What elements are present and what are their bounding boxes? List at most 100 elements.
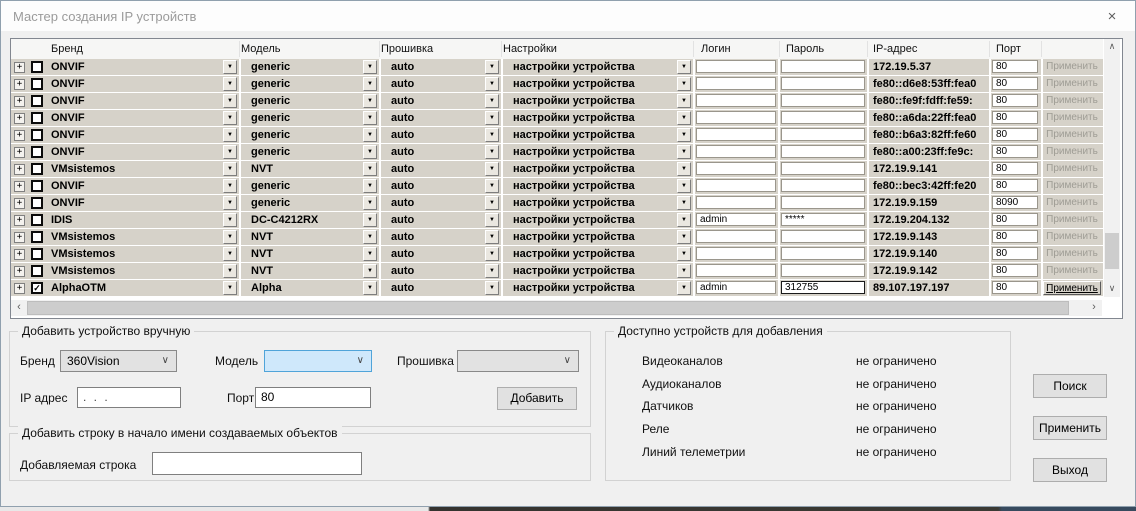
port-input[interactable]: 80 bbox=[992, 179, 1038, 192]
model-dropdown-icon[interactable]: ▼ bbox=[363, 247, 377, 261]
expand-icon[interactable]: + bbox=[14, 215, 25, 226]
row-checkbox[interactable] bbox=[31, 78, 43, 90]
settings-dropdown-icon[interactable]: ▼ bbox=[677, 94, 691, 108]
apply-row-button[interactable]: Применить bbox=[1043, 145, 1101, 159]
firmware-dropdown-icon[interactable]: ▼ bbox=[485, 94, 499, 108]
port-input[interactable]: 80 bbox=[992, 77, 1038, 90]
settings-dropdown-icon[interactable]: ▼ bbox=[677, 77, 691, 91]
ip-input[interactable]: . . . bbox=[77, 387, 181, 408]
expand-icon[interactable]: + bbox=[14, 232, 25, 243]
port-input[interactable]: 80 bbox=[992, 247, 1038, 260]
firmware-dropdown-icon[interactable]: ▼ bbox=[485, 179, 499, 193]
apply-row-button[interactable]: Применить bbox=[1043, 162, 1101, 176]
apply-row-button[interactable]: Применить bbox=[1043, 60, 1101, 74]
password-input[interactable] bbox=[781, 196, 865, 209]
expand-icon[interactable]: + bbox=[14, 181, 25, 192]
login-input[interactable] bbox=[696, 77, 776, 90]
login-input[interactable] bbox=[696, 145, 776, 158]
password-input[interactable] bbox=[781, 60, 865, 73]
exit-button[interactable]: Выход bbox=[1033, 458, 1107, 482]
model-dropdown-icon[interactable]: ▼ bbox=[363, 162, 377, 176]
search-button[interactable]: Поиск bbox=[1033, 374, 1107, 398]
brand-dropdown-icon[interactable]: ▼ bbox=[223, 264, 237, 278]
settings-dropdown-icon[interactable]: ▼ bbox=[677, 264, 691, 278]
model-dropdown-icon[interactable]: ▼ bbox=[363, 230, 377, 244]
port-input[interactable]: 80 bbox=[992, 60, 1038, 73]
row-checkbox[interactable] bbox=[31, 163, 43, 175]
model-dropdown-icon[interactable]: ▼ bbox=[363, 264, 377, 278]
settings-dropdown-icon[interactable]: ▼ bbox=[677, 128, 691, 142]
scroll-down-icon[interactable]: ∨ bbox=[1104, 281, 1120, 297]
model-combobox[interactable]: ∨ bbox=[264, 350, 372, 372]
row-checkbox[interactable] bbox=[31, 231, 43, 243]
password-input[interactable] bbox=[781, 264, 865, 277]
scroll-right-icon[interactable]: › bbox=[1086, 300, 1102, 316]
brand-dropdown-icon[interactable]: ▼ bbox=[223, 145, 237, 159]
row-checkbox[interactable]: ✓ bbox=[31, 282, 43, 294]
brand-dropdown-icon[interactable]: ▼ bbox=[223, 94, 237, 108]
login-input[interactable] bbox=[696, 196, 776, 209]
vertical-scroll-thumb[interactable] bbox=[1105, 233, 1119, 269]
settings-dropdown-icon[interactable]: ▼ bbox=[677, 230, 691, 244]
expand-icon[interactable]: + bbox=[14, 266, 25, 277]
port-input[interactable]: 80 bbox=[992, 94, 1038, 107]
scroll-left-icon[interactable]: ‹ bbox=[11, 300, 27, 316]
password-input[interactable]: ***** bbox=[781, 213, 865, 226]
horizontal-scrollbar[interactable]: ‹ › bbox=[11, 300, 1102, 316]
apply-row-button[interactable]: Применить bbox=[1043, 128, 1101, 142]
firmware-dropdown-icon[interactable]: ▼ bbox=[485, 230, 499, 244]
brand-dropdown-icon[interactable]: ▼ bbox=[223, 213, 237, 227]
row-checkbox[interactable] bbox=[31, 180, 43, 192]
settings-dropdown-icon[interactable]: ▼ bbox=[677, 196, 691, 210]
brand-dropdown-icon[interactable]: ▼ bbox=[223, 128, 237, 142]
port-input[interactable]: 80 bbox=[992, 281, 1038, 294]
brand-combobox[interactable]: 360Vision ∨ bbox=[60, 350, 177, 372]
brand-dropdown-icon[interactable]: ▼ bbox=[223, 77, 237, 91]
brand-dropdown-icon[interactable]: ▼ bbox=[223, 162, 237, 176]
port-input[interactable]: 80 bbox=[992, 264, 1038, 277]
port-input[interactable]: 80 bbox=[992, 162, 1038, 175]
port-input[interactable]: 80 bbox=[992, 230, 1038, 243]
settings-dropdown-icon[interactable]: ▼ bbox=[677, 60, 691, 74]
login-input[interactable] bbox=[696, 179, 776, 192]
close-icon[interactable]: × bbox=[1099, 6, 1125, 28]
scroll-up-icon[interactable]: ∧ bbox=[1104, 39, 1120, 55]
add-button[interactable]: Добавить bbox=[497, 387, 577, 410]
login-input[interactable] bbox=[696, 264, 776, 277]
apply-row-button[interactable]: Применить bbox=[1043, 213, 1101, 227]
model-dropdown-icon[interactable]: ▼ bbox=[363, 60, 377, 74]
row-checkbox[interactable] bbox=[31, 112, 43, 124]
row-checkbox[interactable] bbox=[31, 265, 43, 277]
login-input[interactable] bbox=[696, 162, 776, 175]
settings-dropdown-icon[interactable]: ▼ bbox=[677, 281, 691, 295]
row-checkbox[interactable] bbox=[31, 95, 43, 107]
expand-icon[interactable]: + bbox=[14, 164, 25, 175]
brand-dropdown-icon[interactable]: ▼ bbox=[223, 196, 237, 210]
login-input[interactable] bbox=[696, 128, 776, 141]
firmware-dropdown-icon[interactable]: ▼ bbox=[485, 145, 499, 159]
model-dropdown-icon[interactable]: ▼ bbox=[363, 281, 377, 295]
port-input[interactable]: 80 bbox=[992, 111, 1038, 124]
firmware-dropdown-icon[interactable]: ▼ bbox=[485, 77, 499, 91]
port-input[interactable]: 80 bbox=[992, 145, 1038, 158]
settings-dropdown-icon[interactable]: ▼ bbox=[677, 247, 691, 261]
brand-dropdown-icon[interactable]: ▼ bbox=[223, 281, 237, 295]
model-dropdown-icon[interactable]: ▼ bbox=[363, 111, 377, 125]
firmware-dropdown-icon[interactable]: ▼ bbox=[485, 264, 499, 278]
password-input[interactable] bbox=[781, 230, 865, 243]
expand-icon[interactable]: + bbox=[14, 96, 25, 107]
login-input[interactable] bbox=[696, 60, 776, 73]
brand-dropdown-icon[interactable]: ▼ bbox=[223, 111, 237, 125]
port-input[interactable]: 80 bbox=[992, 128, 1038, 141]
apply-row-button[interactable]: Применить bbox=[1043, 111, 1101, 125]
brand-dropdown-icon[interactable]: ▼ bbox=[223, 60, 237, 74]
firmware-dropdown-icon[interactable]: ▼ bbox=[485, 281, 499, 295]
brand-dropdown-icon[interactable]: ▼ bbox=[223, 230, 237, 244]
settings-dropdown-icon[interactable]: ▼ bbox=[677, 179, 691, 193]
firmware-dropdown-icon[interactable]: ▼ bbox=[485, 60, 499, 74]
password-input[interactable] bbox=[781, 247, 865, 260]
apply-row-button[interactable]: Применить bbox=[1043, 247, 1101, 261]
port-input[interactable]: 80 bbox=[992, 213, 1038, 226]
password-input[interactable] bbox=[781, 94, 865, 107]
login-input[interactable] bbox=[696, 247, 776, 260]
